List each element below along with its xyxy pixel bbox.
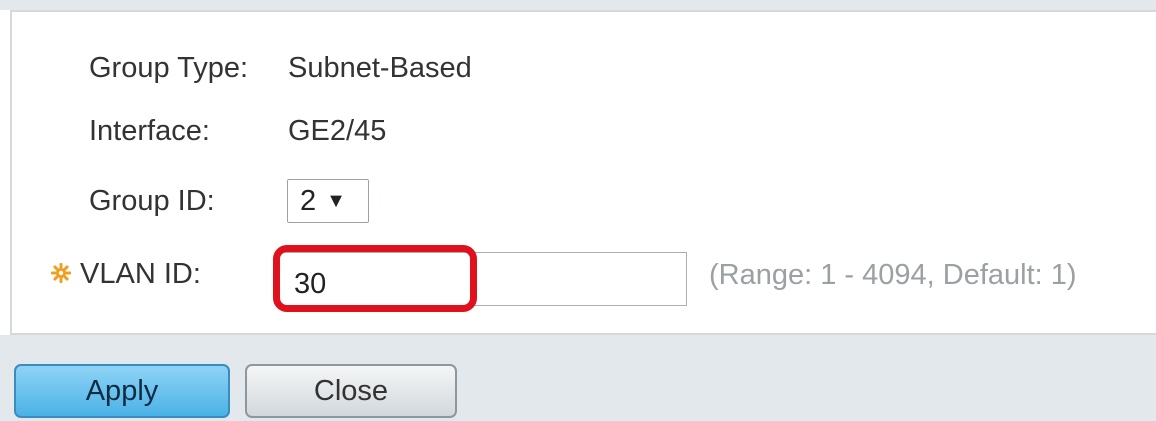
vlan-id-range-hint: (Range: 1 - 4094, Default: 1) xyxy=(709,259,1077,291)
vlan-id-label: VLAN ID: xyxy=(80,258,201,290)
group-id-label: Group ID: xyxy=(89,185,215,217)
interface-label: Interface: xyxy=(89,115,210,147)
close-button[interactable]: Close xyxy=(245,364,457,418)
vlan-id-input[interactable] xyxy=(279,252,687,306)
group-id-selected-value: 2 xyxy=(300,184,317,217)
apply-button[interactable]: Apply xyxy=(14,364,230,418)
chevron-down-icon: ▼ xyxy=(326,189,346,212)
group-type-value: Subnet-Based xyxy=(288,52,472,84)
group-id-select[interactable]: 2 ▼ xyxy=(287,179,369,223)
group-type-label: Group Type: xyxy=(89,52,249,84)
top-background-band xyxy=(0,0,1156,10)
interface-value: GE2/45 xyxy=(288,115,387,147)
required-asterisk-icon xyxy=(51,263,71,283)
